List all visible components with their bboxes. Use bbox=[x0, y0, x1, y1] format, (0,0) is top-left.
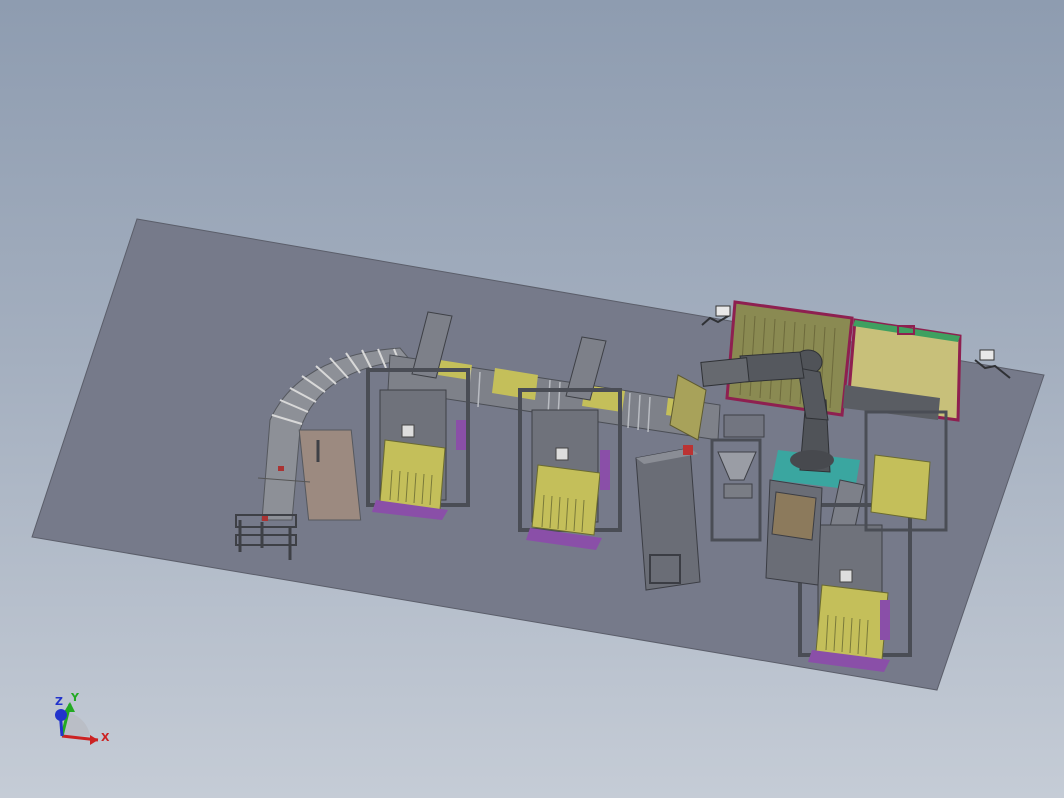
z-axis-label: Z bbox=[55, 695, 63, 708]
x-axis-label: X bbox=[101, 731, 110, 744]
cad-viewport[interactable]: X Y Z bbox=[0, 0, 1064, 798]
3d-scene[interactable]: X Y Z bbox=[0, 0, 1064, 798]
axis-triad[interactable]: X Y Z bbox=[55, 691, 110, 745]
control-cabinet[interactable] bbox=[635, 445, 701, 591]
y-axis-label: Y bbox=[70, 691, 80, 704]
